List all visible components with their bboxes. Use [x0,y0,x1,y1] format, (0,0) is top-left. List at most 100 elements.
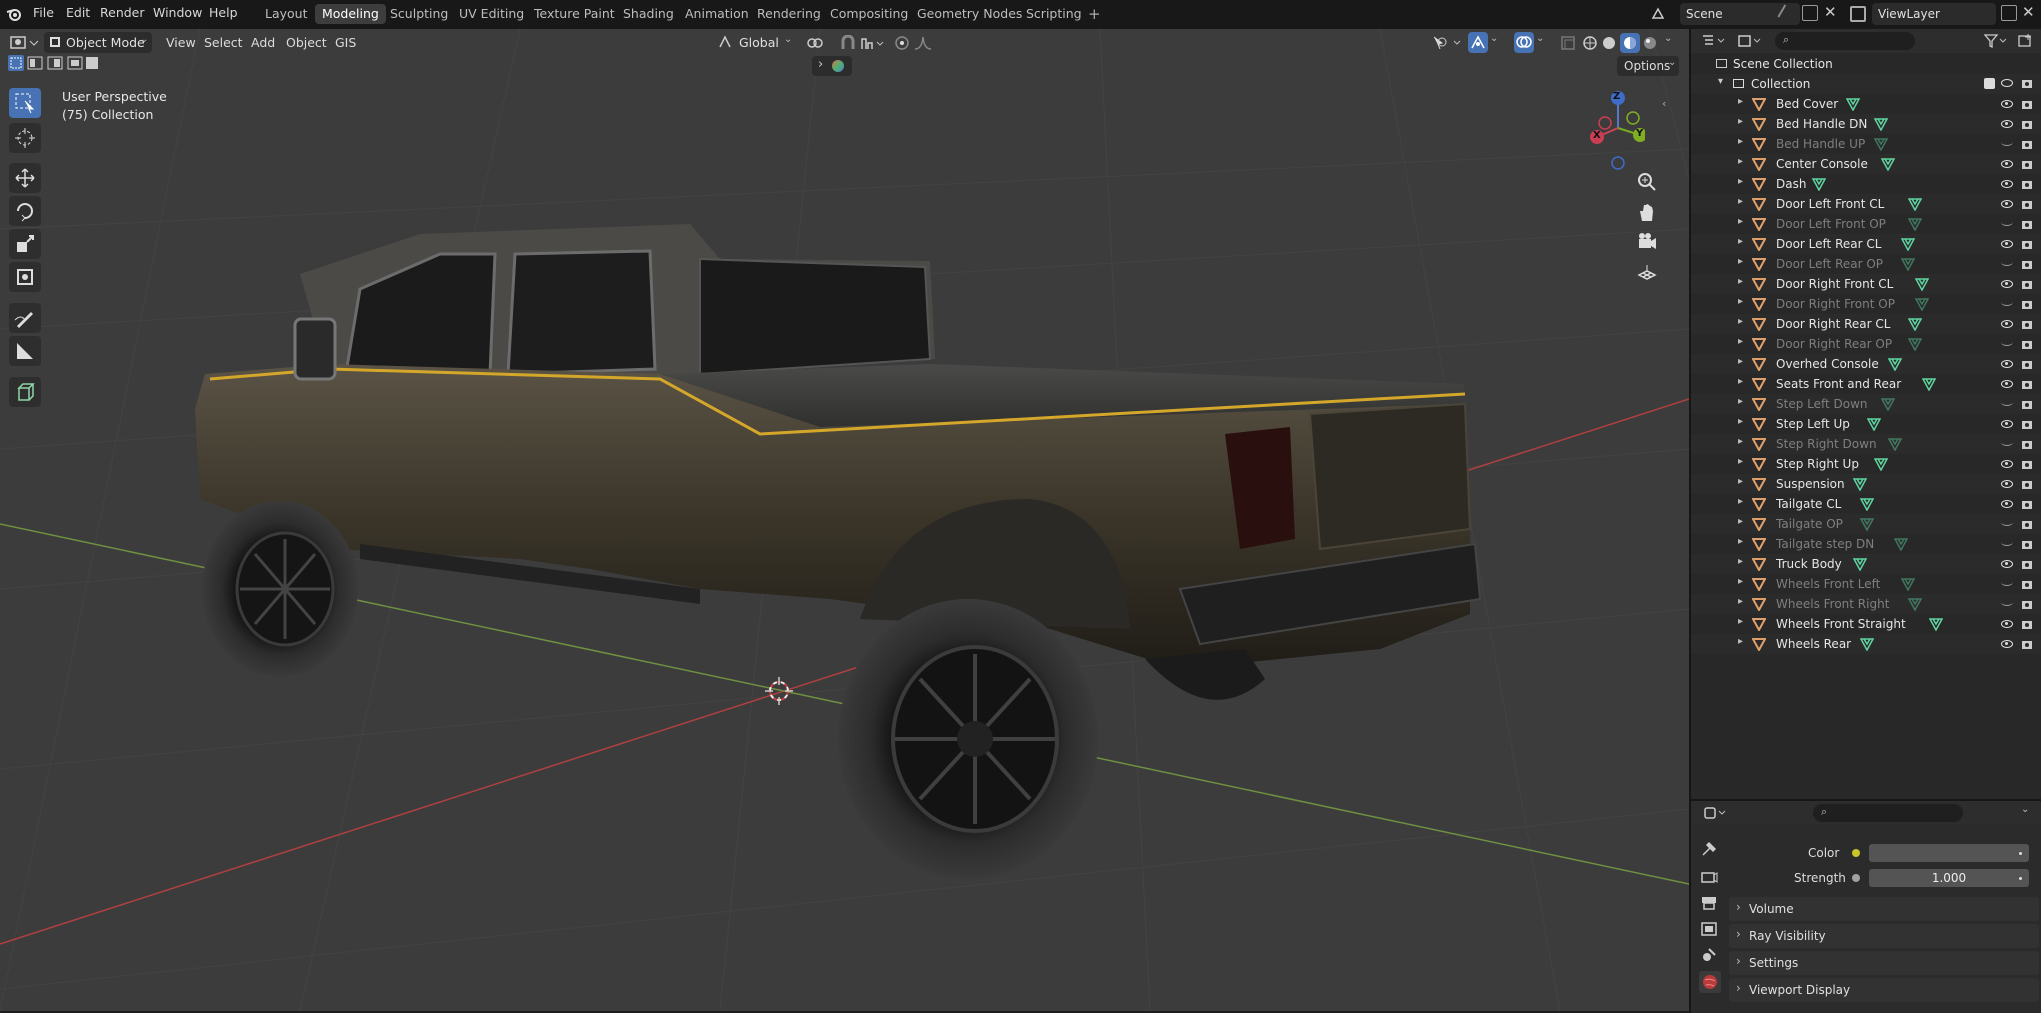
render-tab-icon[interactable] [1699,867,1721,889]
outliner-item-row[interactable]: ▸ Center Console [1691,154,2041,174]
camera-render-icon[interactable] [2021,578,2033,590]
mesh-data-icon[interactable] [1921,377,1937,392]
properties-editor-type-icon[interactable] [1703,805,1731,821]
new-view-layer-icon[interactable] [2001,5,2017,21]
mesh-data-icon[interactable] [1900,237,1916,252]
eye-icon[interactable] [2001,120,2013,128]
shading-solid-icon[interactable] [1601,35,1617,51]
header-expand-toggle[interactable]: › [812,56,852,76]
outliner-item-row[interactable]: ▸ Step Left Down [1691,394,2041,414]
mesh-data-icon[interactable] [1928,617,1944,632]
selection-mode-icons[interactable] [8,55,100,71]
camera-render-icon[interactable] [2021,218,2033,230]
expand-arrow-icon[interactable]: ▸ [1738,96,1743,107]
outliner-item-row[interactable]: ▸ Door Left Front OP [1691,214,2041,234]
expand-arrow-icon[interactable]: ▸ [1738,436,1743,447]
display-mode-icon[interactable] [1737,33,1765,49]
pan-hand-icon[interactable] [1636,201,1658,223]
mesh-data-icon[interactable] [1880,157,1896,172]
expand-arrow-icon[interactable]: ▸ [1738,116,1743,127]
camera-render-icon[interactable] [2021,458,2033,470]
expand-arrow-icon[interactable]: ▸ [1738,596,1743,607]
view-layer-field[interactable]: ViewLayer [1872,3,1996,25]
measure-tool[interactable] [9,336,41,366]
properties-search-input[interactable]: ⌕ [1813,804,1963,822]
tab-modeling[interactable]: Modeling [315,4,386,24]
mesh-data-icon[interactable] [1914,297,1930,312]
transform-orientation-dropdown[interactable]: Global ⌄ [735,32,795,53]
menu-view[interactable]: View [160,32,202,53]
outliner-item-row[interactable]: ▸ Step Right Down [1691,434,2041,454]
eye-icon[interactable] [2001,620,2013,628]
falloff-icon[interactable] [914,35,940,51]
eye-closed-icon[interactable] [2001,298,2013,306]
eye-icon[interactable] [2001,420,2013,428]
eye-icon[interactable] [2001,240,2013,248]
outliner-item-row[interactable]: ▸ Bed Cover [1691,94,2041,114]
expand-arrow-icon[interactable]: ▸ [1738,156,1743,167]
mesh-data-icon[interactable] [1859,517,1875,532]
camera-render-icon[interactable] [2021,398,2033,410]
mesh-data-icon[interactable] [1914,277,1930,292]
expand-arrow-icon[interactable]: ▸ [1738,636,1743,647]
annotate-tool[interactable] [9,303,41,333]
keyframe-dot-icon[interactable] [2019,877,2022,880]
color-field[interactable] [1869,844,2029,862]
mesh-data-icon[interactable] [1852,477,1868,492]
expand-arrow-icon[interactable]: ▸ [1738,416,1743,427]
expand-arrow-icon[interactable]: ▸ [1738,576,1743,587]
new-scene-icon[interactable] [1802,5,1818,21]
camera-render-icon[interactable] [2021,98,2033,110]
camera-render-icon[interactable] [2021,558,2033,570]
camera-render-icon[interactable] [2021,198,2033,210]
expand-arrow-icon[interactable]: ▸ [1738,356,1743,367]
camera-render-icon[interactable] [2021,158,2033,170]
tab-sculpting[interactable]: Sculpting [383,4,455,24]
new-collection-icon[interactable] [2017,33,2033,49]
mesh-data-icon[interactable] [1907,217,1923,232]
outliner-item-row[interactable]: ▸ Truck Body [1691,554,2041,574]
blender-logo-icon[interactable] [6,6,22,22]
object-mode-dropdown[interactable]: Object Mode ⌄ [44,32,152,53]
mesh-data-icon[interactable] [1900,577,1916,592]
eye-icon[interactable] [2001,560,2013,568]
zoom-icon[interactable] [1636,171,1658,193]
exclude-checkbox[interactable] [1984,78,1995,89]
menu-select[interactable]: Select [198,32,249,53]
strength-field[interactable]: 1.000 [1869,869,2029,887]
proportional-edit-icon[interactable] [894,35,910,51]
snap-icon[interactable] [840,34,856,51]
cursor-tool[interactable] [9,123,41,153]
expand-arrow-icon[interactable]: ▸ [1738,296,1743,307]
keyframe-dot-icon[interactable] [2019,852,2022,855]
eye-closed-icon[interactable] [2001,538,2013,546]
camera-render-icon[interactable] [2021,298,2033,310]
camera-render-icon[interactable] [2021,138,2033,150]
menu-object[interactable]: Object [280,32,333,53]
outliner-item-row[interactable]: ▸ Door Left Front CL [1691,194,2041,214]
mesh-data-icon[interactable] [1866,417,1882,432]
expand-arrow-icon[interactable]: ▾ [1718,76,1723,87]
outliner-item-row[interactable]: ▸ Bed Handle UP [1691,134,2041,154]
outliner-item-row[interactable]: ▸ Tailgate CL [1691,494,2041,514]
tab-rendering[interactable]: Rendering [750,4,828,24]
mesh-data-icon[interactable] [1907,197,1923,212]
mesh-data-icon[interactable] [1845,97,1861,112]
3d-viewport[interactable]: User Perspective (75) Collection Z X Y ‹ [0,29,1689,1011]
camera-view-icon[interactable] [1636,231,1658,253]
shading-rendered-icon[interactable] [1642,35,1658,51]
eye-icon[interactable] [2001,480,2013,488]
camera-render-icon[interactable] [2021,618,2033,630]
mesh-data-icon[interactable] [1873,137,1889,152]
eye-icon[interactable] [2001,360,2013,368]
expand-arrow-icon[interactable]: ▸ [1738,336,1743,347]
mesh-data-icon[interactable] [1907,597,1923,612]
eye-closed-icon[interactable] [2001,258,2013,266]
tab-uv-editing[interactable]: UV Editing [452,4,531,24]
outliner-editor-type-icon[interactable] [1701,33,1729,49]
outliner-item-row[interactable]: ▸ Step Left Up [1691,414,2041,434]
shading-dropdown-icon[interactable]: ⌄ [1664,33,1672,44]
tab-shading[interactable]: Shading [616,4,681,24]
shading-material-icon[interactable] [1620,33,1640,53]
eye-icon[interactable] [2001,180,2013,188]
